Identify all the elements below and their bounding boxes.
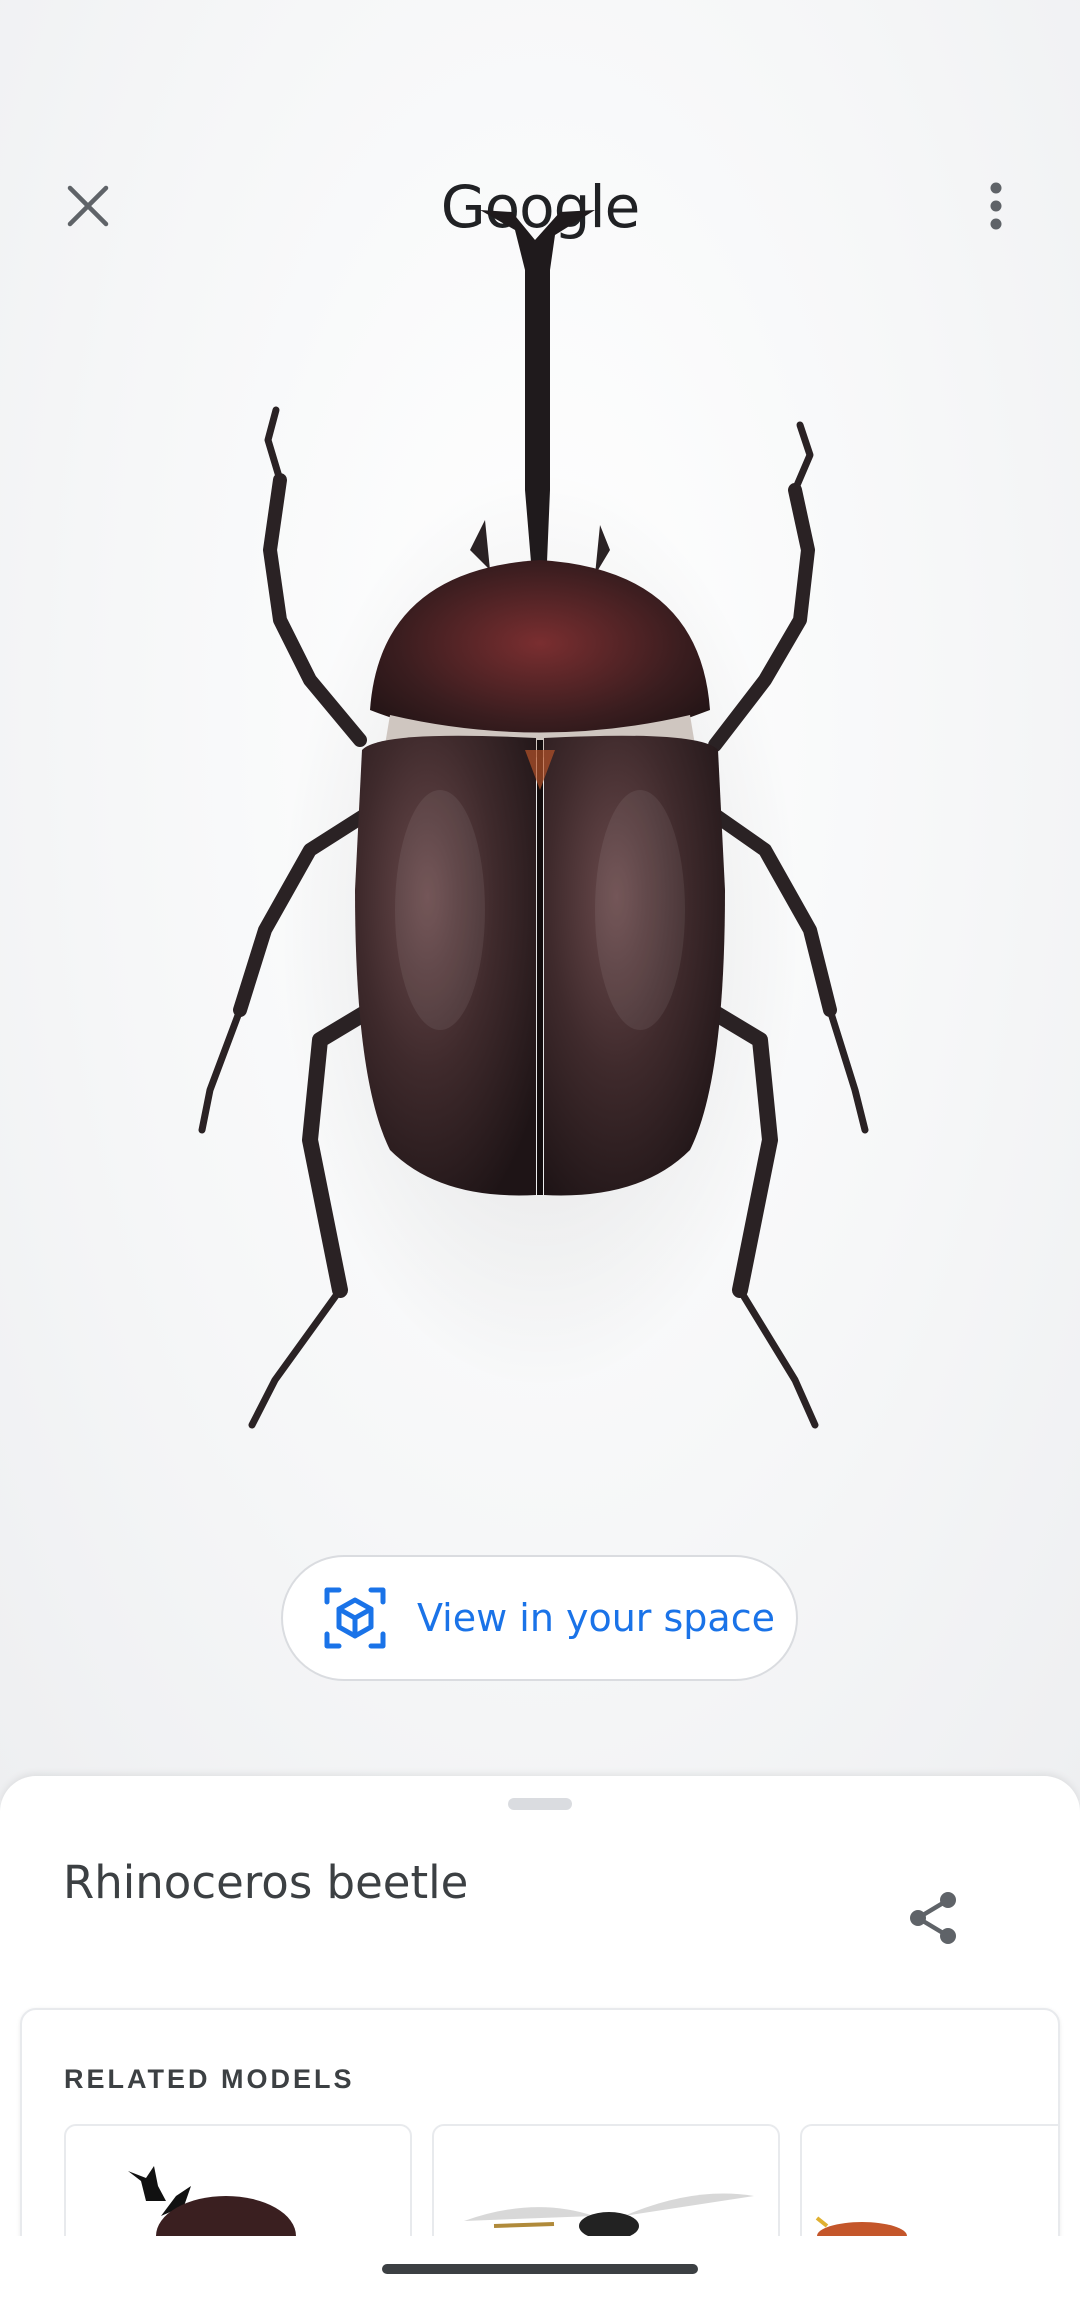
share-button[interactable] [896,1880,972,1956]
drag-handle[interactable] [508,1798,572,1810]
model-title: Rhinoceros beetle [63,1856,469,1909]
ar-cube-icon [324,1587,386,1649]
share-icon [910,1892,956,1944]
view-in-your-space-button[interactable]: View in your space [281,1555,798,1681]
home-gesture-bar[interactable] [382,2264,698,2274]
bottom-sheet[interactable]: Rhinoceros beetle RELATED MODELS [0,1776,1080,2300]
close-button[interactable] [52,170,124,242]
ar-button-label: View in your space [417,1596,775,1640]
related-models-heading: RELATED MODELS [64,2064,355,2094]
model-viewer[interactable]: Google View in your space [0,0,1080,1800]
more-vert-icon [990,182,1002,230]
more-options-button[interactable] [960,170,1032,242]
close-icon [67,185,109,227]
beetle-3d-model[interactable] [140,190,940,1490]
beetle-illustration [198,210,869,1429]
